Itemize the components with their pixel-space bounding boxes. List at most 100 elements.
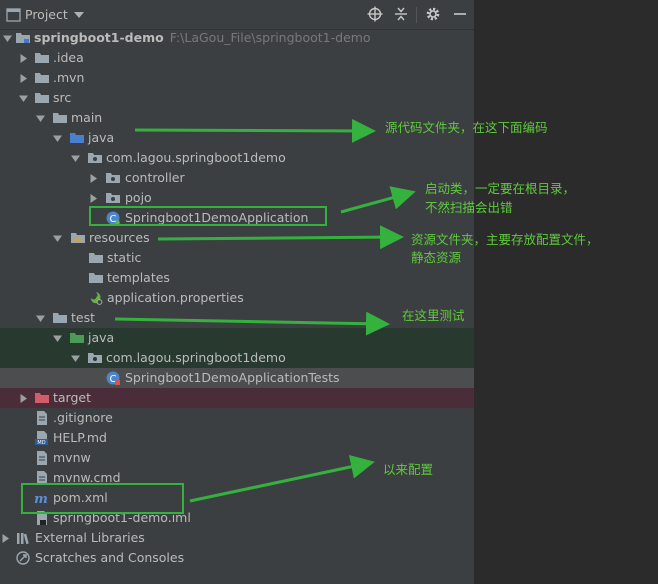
- tree-item-templates[interactable]: templates: [0, 268, 474, 288]
- tree-item-app-properties[interactable]: application.properties: [0, 288, 474, 308]
- annotation-pom: 以来配置: [383, 462, 434, 477]
- dropdown-icon[interactable]: [71, 7, 87, 23]
- tree-item-test-java[interactable]: java: [0, 328, 474, 348]
- excluded-folder-icon: [35, 393, 49, 403]
- spring-properties-icon: [91, 292, 103, 305]
- tree-item-label: com.lagou.springboot1demo: [106, 150, 286, 165]
- tree-item-test-package[interactable]: com.lagou.springboot1demo: [0, 348, 474, 368]
- tree-item-label: controller: [125, 170, 185, 185]
- tree-item-label: .idea: [53, 50, 84, 65]
- tree-item-scratches[interactable]: Scratches and Consoles: [0, 548, 474, 568]
- chevron-right-icon[interactable]: [19, 74, 28, 83]
- tree-item-idea[interactable]: .idea: [0, 48, 474, 68]
- chevron-down-icon[interactable]: [71, 154, 80, 163]
- tree-item-root[interactable]: springboot1-demo F:\LaGou_File\springboot…: [0, 28, 474, 48]
- tree-item-label: templates: [107, 270, 170, 285]
- chevron-down-icon[interactable]: [53, 134, 62, 143]
- tree-item-label: External Libraries: [35, 530, 145, 545]
- test-source-folder-icon: [70, 333, 84, 343]
- tree-item-target[interactable]: target: [0, 388, 474, 408]
- pom-highlight-box: [21, 483, 184, 514]
- tree-item-label: HELP.md: [53, 430, 107, 445]
- tree-item-test-class[interactable]: C Springboot1DemoApplicationTests: [0, 368, 474, 388]
- annotation-test: 在这里测试: [402, 308, 465, 323]
- tree-item-label: target: [53, 390, 92, 405]
- tree-item-label: test: [71, 310, 96, 325]
- annotation-java-source: 源代码文件夹，在这下面编码: [385, 120, 548, 135]
- package-icon: [106, 193, 120, 203]
- minimize-icon[interactable]: [452, 6, 468, 22]
- tree-item-label: resources: [89, 230, 150, 245]
- tree-item-help[interactable]: MD HELP.md: [0, 428, 474, 448]
- folder-icon: [89, 253, 103, 263]
- chevron-down-icon[interactable]: [71, 354, 80, 363]
- app-class-highlight-box: [89, 206, 327, 226]
- folder-icon: [53, 113, 67, 123]
- tree-item-label: java: [88, 130, 115, 145]
- scratches-icon: [16, 551, 30, 565]
- package-icon: [88, 353, 102, 363]
- svg-text:MD: MD: [37, 440, 45, 445]
- chevron-right-icon[interactable]: [89, 174, 98, 183]
- library-icon: [17, 533, 29, 545]
- tree-item-main-package[interactable]: com.lagou.springboot1demo: [0, 148, 474, 168]
- chevron-down-icon[interactable]: [19, 94, 28, 103]
- tree-item-src[interactable]: src: [0, 88, 474, 108]
- tree-item-label: mvnw: [53, 450, 91, 465]
- tree-item-label: .mvn: [53, 70, 85, 85]
- test-class-icon: C: [106, 371, 120, 385]
- chevron-down-icon[interactable]: [53, 234, 62, 243]
- tree-item-mvn[interactable]: .mvn: [0, 68, 474, 88]
- tree-item-label: java: [88, 330, 115, 345]
- tree-item-label: main: [71, 110, 103, 125]
- tree-item-pojo[interactable]: pojo: [0, 188, 474, 208]
- tree-item-label: .gitignore: [53, 410, 113, 425]
- annotation-app-class-1: 启动类，一定要在根目录，: [425, 181, 576, 196]
- module-folder-icon: [16, 33, 30, 43]
- chevron-down-icon[interactable]: [36, 114, 45, 123]
- tree-item-label: static: [107, 250, 142, 265]
- tree-item-resources[interactable]: resources: [0, 228, 474, 248]
- chevron-down-icon[interactable]: [36, 314, 45, 323]
- chevron-down-icon[interactable]: [3, 34, 12, 43]
- toolbar-divider: [416, 7, 417, 23]
- tree-item-controller[interactable]: controller: [0, 168, 474, 188]
- tree-item-label: com.lagou.springboot1demo: [106, 350, 286, 365]
- package-icon: [88, 153, 102, 163]
- gear-icon[interactable]: [425, 6, 441, 22]
- folder-icon: [53, 313, 67, 323]
- chevron-right-icon[interactable]: [89, 194, 98, 203]
- root-project-path: F:\LaGou_File\springboot1-demo: [169, 30, 371, 45]
- folder-icon: [89, 273, 103, 283]
- folder-icon: [35, 73, 49, 83]
- folder-icon: [35, 53, 49, 63]
- root-project-name: springboot1-demo: [34, 30, 164, 45]
- annotation-resources-1: 资源文件夹，主要存放配置文件，: [411, 232, 599, 247]
- tree-item-static[interactable]: static: [0, 248, 474, 268]
- tree-item-gitignore[interactable]: .gitignore: [0, 408, 474, 428]
- project-view-icon: [6, 8, 21, 22]
- project-toolbar: Project: [0, 0, 474, 30]
- text-file-icon: [37, 411, 47, 425]
- chevron-right-icon[interactable]: [19, 54, 28, 63]
- folder-icon: [35, 93, 49, 103]
- collapse-icon[interactable]: [393, 6, 409, 22]
- editor-area: [474, 0, 658, 584]
- tree-item-label: Springboot1DemoApplicationTests: [125, 370, 340, 385]
- package-icon: [106, 173, 120, 183]
- tree-item-label: src: [53, 90, 72, 105]
- tree-item-external-libraries[interactable]: External Libraries: [0, 528, 474, 548]
- tree-item-label: application.properties: [107, 290, 244, 305]
- resources-folder-icon: [71, 233, 85, 243]
- tree-item-label: pojo: [125, 190, 152, 205]
- source-folder-icon: [70, 133, 84, 143]
- chevron-right-icon[interactable]: [19, 394, 28, 403]
- target-icon[interactable]: [367, 6, 383, 22]
- chevron-down-icon[interactable]: [53, 334, 62, 343]
- tree-item-label: Scratches and Consoles: [35, 550, 185, 565]
- annotation-resources-2: 静态资源: [411, 250, 462, 265]
- markdown-file-icon: MD: [35, 431, 48, 445]
- text-file-icon: [37, 451, 47, 465]
- chevron-right-icon[interactable]: [1, 534, 10, 543]
- project-view-title[interactable]: Project: [25, 7, 68, 22]
